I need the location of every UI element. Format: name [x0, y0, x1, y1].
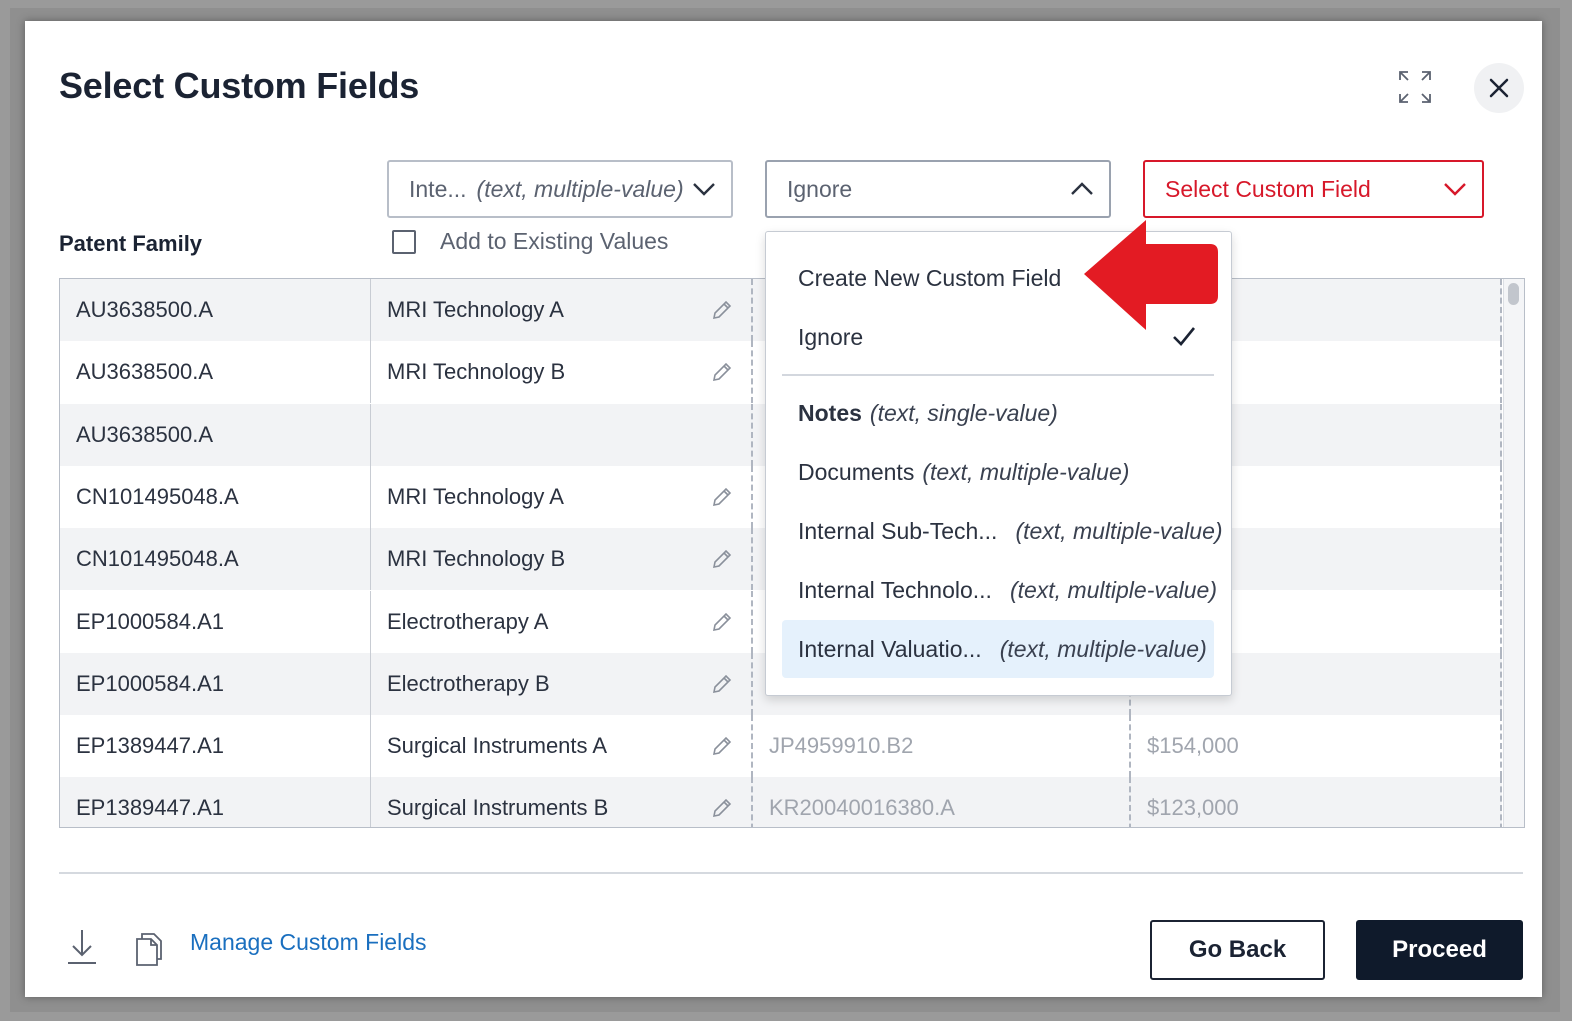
scrollbar-thumb[interactable] [1508, 283, 1519, 305]
patent-family-cell: AU3638500.A [60, 279, 371, 341]
technology-cell: Surgical Instruments B [371, 777, 751, 827]
value-cell: $123,000 [1129, 777, 1502, 827]
chevron-up-icon [1071, 182, 1093, 195]
technology-value: MRI Technology B [387, 359, 566, 385]
chevron-down-icon [693, 183, 715, 196]
reference-cell: JP4959910.B2 [751, 715, 1129, 778]
patent-family-cell: EP1000584.A1 [60, 590, 371, 653]
patent-family-cell: EP1389447.A1 [60, 777, 371, 827]
copy-button[interactable] [133, 931, 165, 967]
patent-family-cell: CN101495048.A [60, 528, 371, 591]
patent-family-cell: AU3638500.A [60, 341, 371, 404]
technology-value: Surgical Instruments A [387, 733, 608, 759]
table-scrollbar[interactable] [1503, 279, 1524, 827]
download-icon [68, 930, 96, 964]
go-back-button[interactable]: Go Back [1150, 920, 1325, 980]
table-row: EP1389447.A1 Surgical Instruments B KR2004… [60, 777, 1502, 827]
technology-cell: Surgical Instruments A [371, 715, 751, 777]
technology-value: MRI Technology A [387, 483, 564, 509]
close-button[interactable] [1474, 63, 1524, 113]
technology-value: MRI Technology B [387, 546, 566, 572]
field-select-type: (text, multiple-value) [476, 175, 684, 202]
pencil-edit-icon[interactable] [711, 548, 733, 570]
pencil-edit-icon[interactable] [711, 486, 733, 508]
pencil-edit-icon[interactable] [711, 299, 733, 321]
patent-family-column-label: Patent Family [59, 231, 203, 256]
table-row: EP1389447.A1 Surgical Instruments A JP4959… [60, 715, 1502, 778]
download-button[interactable] [65, 928, 99, 966]
patent-family-cell: EP1389447.A1 [60, 715, 371, 778]
technology-cell: MRI Technology B [371, 341, 751, 403]
technology-cell: MRI Technology A [371, 279, 751, 341]
add-to-existing-checkbox[interactable] [392, 229, 416, 254]
chevron-down-icon [1444, 183, 1466, 196]
red-pointer-arrow [1084, 220, 1218, 330]
reference-cell: KR20040016380.A [751, 777, 1129, 827]
pencil-edit-icon[interactable] [711, 797, 733, 819]
option-internal-technology[interactable]: Internal Technolo... (text, multiple-valu… [782, 561, 1217, 619]
dialog-title: Select Custom Fields [59, 65, 420, 106]
option-notes[interactable]: Notes (text, single-value) [782, 384, 1214, 442]
patent-family-cell: EP1000584.A1 [60, 652, 371, 715]
technology-cell: MRI Technology B [371, 528, 751, 590]
document-icon [136, 933, 162, 966]
field-select-technology[interactable]: Inte... (text, multiple-value) [387, 160, 733, 218]
add-to-existing-values[interactable]: Add to Existing Values [392, 228, 668, 255]
proceed-button[interactable]: Proceed [1356, 920, 1523, 980]
close-icon [1489, 78, 1509, 98]
field-select-value: Select Custom Field [1165, 175, 1371, 202]
expand-icon [1399, 71, 1431, 103]
technology-value: Electrotherapy A [387, 608, 549, 634]
technology-cell: MRI Technology A [371, 466, 751, 528]
pencil-edit-icon[interactable] [711, 361, 733, 383]
option-documents[interactable]: Documents (text, multiple-value) [782, 443, 1214, 501]
option-internal-sub-tech[interactable]: Internal Sub-Tech... (text, multiple-valu… [782, 502, 1223, 560]
technology-cell [371, 404, 751, 466]
technology-value: Electrotherapy B [387, 670, 550, 696]
expand-button[interactable] [1395, 67, 1435, 107]
dropdown-divider [782, 374, 1214, 376]
option-internal-valuation[interactable]: Internal Valuatio... (text, multiple-valu… [782, 620, 1214, 678]
field-select-custom-field[interactable]: Select Custom Field [1143, 160, 1484, 218]
pencil-edit-icon[interactable] [711, 611, 733, 633]
add-to-existing-label: Add to Existing Values [440, 228, 669, 254]
select-custom-fields-dialog: Select Custom Fields Patent Family Inte.… [25, 21, 1542, 997]
footer-divider [59, 872, 1523, 874]
technology-cell: Electrotherapy A [371, 591, 751, 653]
technology-cell: Electrotherapy B [371, 653, 751, 715]
patent-family-cell: CN101495048.A [60, 465, 371, 528]
pencil-edit-icon[interactable] [711, 735, 733, 757]
field-select-ignore[interactable]: Ignore [765, 160, 1111, 218]
technology-value: MRI Technology A [387, 297, 564, 322]
pencil-edit-icon[interactable] [711, 673, 733, 695]
technology-value: Surgical Instruments B [387, 795, 609, 821]
value-cell: $154,000 [1129, 715, 1502, 778]
manage-custom-fields-link[interactable]: Manage Custom Fields [190, 929, 427, 956]
field-select-value: Inte... [409, 175, 467, 202]
patent-family-cell: AU3638500.A [60, 403, 371, 466]
field-select-value: Ignore [787, 175, 853, 202]
